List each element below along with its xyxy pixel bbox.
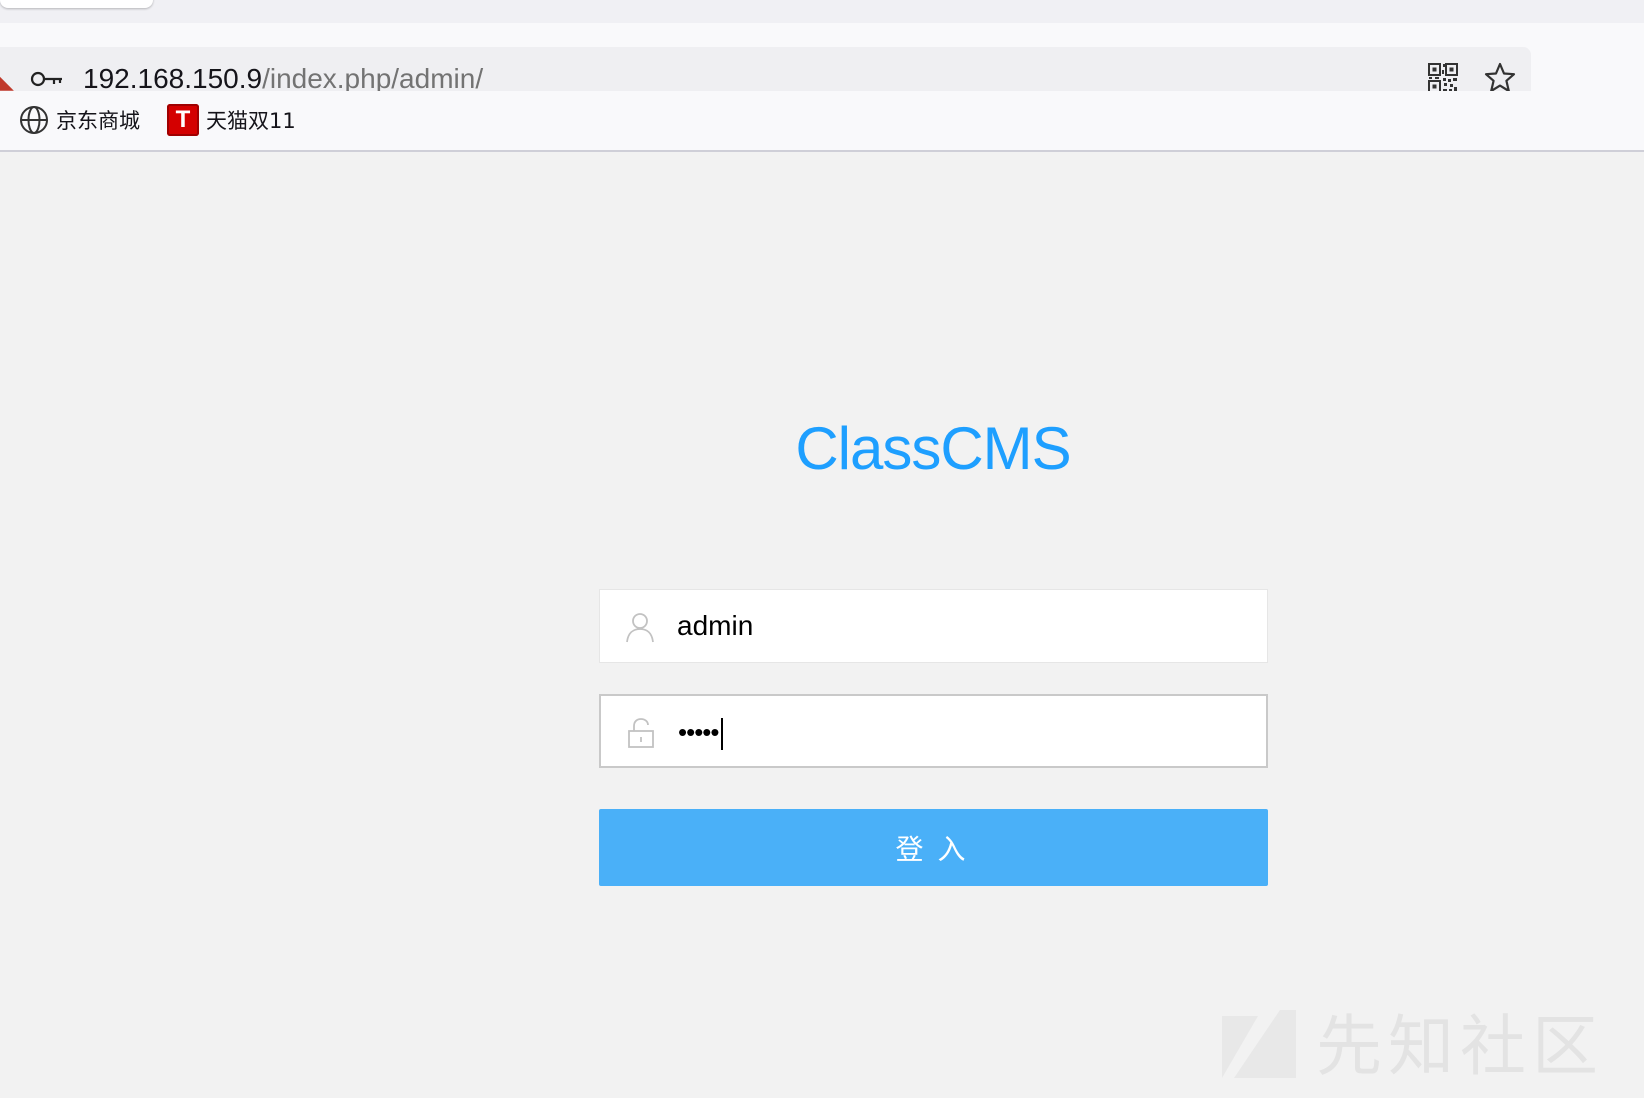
password-field[interactable]: ••••• [599, 694, 1268, 768]
watermark: 先知社区 [1218, 1002, 1604, 1085]
xianzhi-logo-icon [1222, 1010, 1296, 1078]
text-caret [720, 718, 723, 751]
url-host: 192.168.150.9 [83, 63, 263, 94]
bookmarks-toolbar: 京东商城 T 天猫双11 [0, 91, 1644, 152]
qr-code-icon[interactable] [1428, 63, 1458, 93]
tab-strip [0, 0, 1644, 23]
bookmark-jd[interactable]: 京东商城 [19, 104, 140, 136]
username-value: admin [677, 610, 754, 641]
password-value: ••••• [678, 696, 723, 768]
lock-icon [628, 718, 654, 748]
username-field[interactable]: admin [599, 589, 1268, 663]
active-tab[interactable] [0, 0, 153, 8]
globe-icon [20, 106, 48, 134]
password-mask: ••••• [678, 717, 720, 747]
login-button[interactable]: 登入 [599, 809, 1268, 886]
tmall-icon: T [167, 104, 199, 136]
page-title: ClassCMS [795, 415, 1071, 482]
bookmark-star-icon[interactable] [1483, 61, 1517, 95]
bookmark-label: 天猫双11 [206, 109, 296, 133]
url-path: /index.php/admin/ [262, 63, 484, 94]
bookmark-tmall[interactable]: T 天猫双11 [167, 104, 296, 136]
user-icon [626, 613, 654, 643]
key-icon[interactable] [30, 67, 64, 91]
bookmark-label: 京东商城 [56, 109, 140, 133]
navigation-toolbar: ◣ 192.168.150.9/index.php/admin/ [0, 23, 1644, 111]
watermark-text: 先知社区 [1316, 1008, 1604, 1085]
